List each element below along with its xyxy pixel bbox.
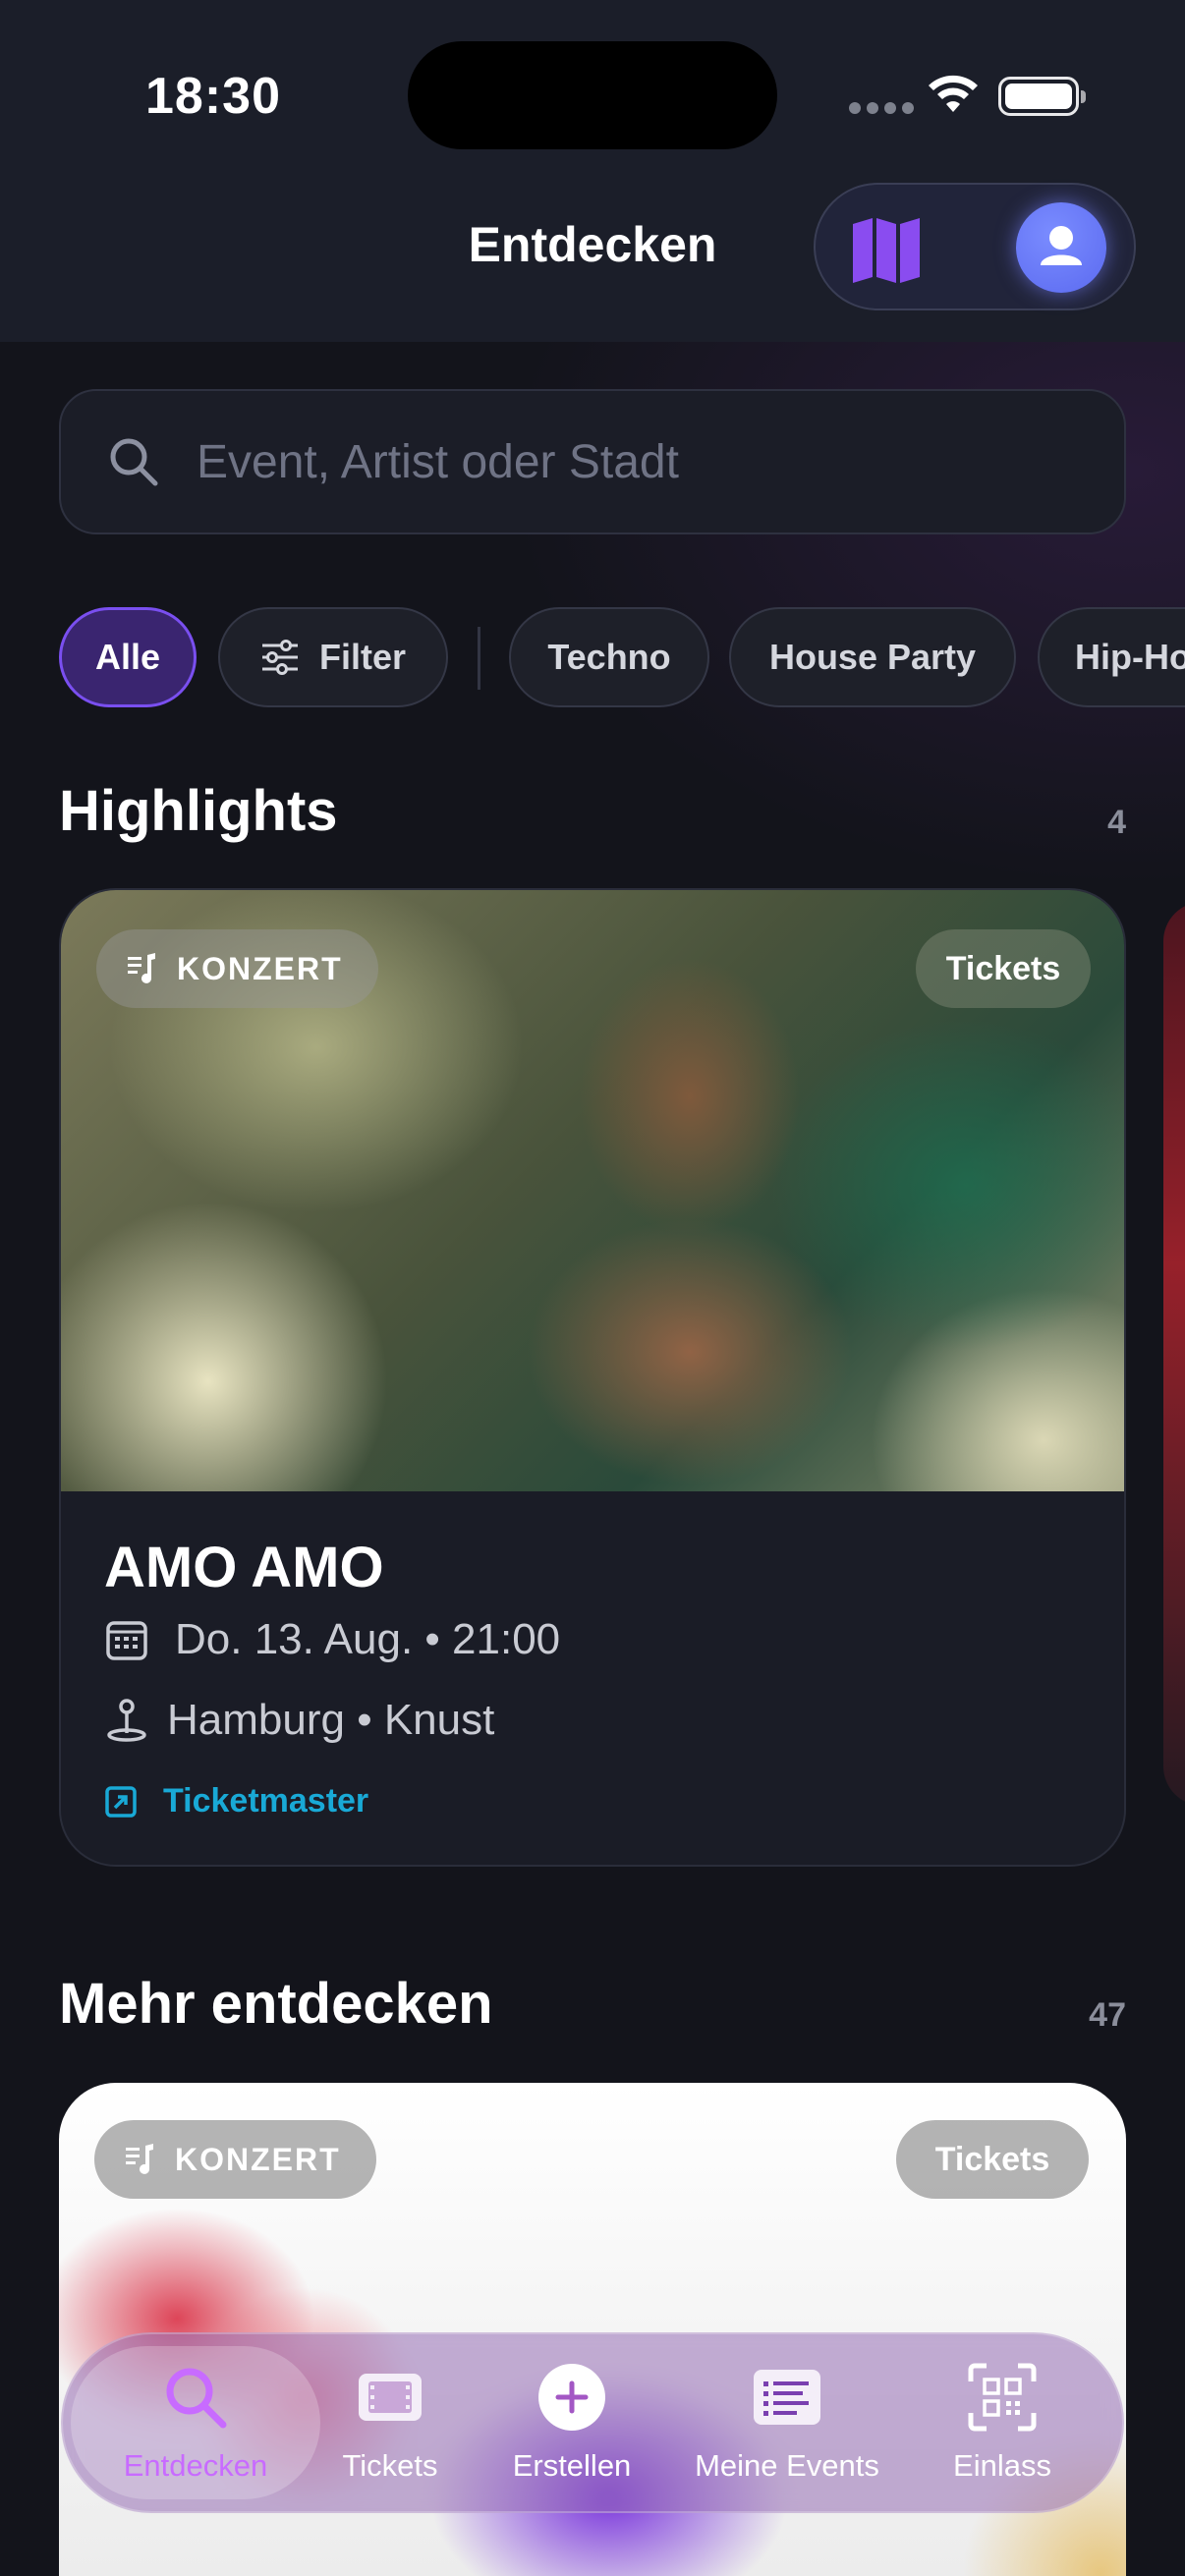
next-highlight-card-peek[interactable] [1163,902,1185,1806]
event-name: AMO AMO [104,1536,384,1599]
list-icon [754,2370,820,2425]
chip-label: House Party [768,637,977,677]
tab-label: Entdecken [123,2448,268,2483]
category-label: KONZERT [177,950,343,986]
tab-entdecken[interactable]: Entdecken [75,2360,316,2497]
calendar-icon [106,1621,147,1660]
profile-button[interactable] [1016,202,1106,293]
event-location-row: Hamburg • Knust [104,1696,494,1745]
tab-tickets[interactable]: Tickets [324,2360,456,2497]
highlights-count: 4 [1107,804,1126,841]
category-badge: KONZERT [94,2120,376,2199]
tab-einlass[interactable]: Einlass [931,2360,1073,2497]
search-input[interactable] [197,422,1081,501]
highlights-title: Highlights [59,779,338,843]
chip-label: Techno [547,637,671,677]
category-badge: KONZERT [96,929,378,1008]
status-time: 18:30 [145,68,281,125]
chip-alle[interactable]: Alle [59,607,197,707]
wifi-icon [929,75,978,112]
category-chips: Alle Filter Techno House Party Hip-Hop [59,607,1185,709]
cellular-signal-icon [849,102,914,114]
search-icon [110,438,158,486]
chip-house-party[interactable]: House Party [729,607,1016,707]
ticket-icon [359,2374,422,2421]
tab-label: Meine Events [695,2448,879,2483]
tab-meine-events[interactable]: Meine Events [684,2360,890,2497]
tickets-label: Tickets [945,949,1061,987]
external-link-icon [105,1785,137,1818]
tickets-label: Tickets [934,2140,1050,2178]
tab-erstellen[interactable]: Erstellen [491,2360,652,2497]
chip-divider [478,627,480,690]
ticket-provider-link[interactable]: Ticketmaster [104,1782,368,1820]
plus-circle-icon [538,2364,605,2431]
chip-label: Hip-Hop [1075,637,1185,677]
ticket-provider-name: Ticketmaster [163,1782,369,1820]
highlight-event-card[interactable]: KONZERT Tickets AMO AMO Do. 13. Aug. • 2… [59,888,1126,1867]
event-location: Hamburg • Knust [167,1696,495,1744]
music-note-icon [126,2144,153,2174]
chip-filter[interactable]: Filter [218,607,448,707]
chip-label: Filter [318,637,406,677]
sliders-icon [261,640,298,675]
chip-label: Alle [94,637,161,677]
tab-label: Tickets [342,2448,438,2483]
event-datetime: Do. 13. Aug. • 21:00 [175,1615,561,1663]
category-label: KONZERT [175,2141,341,2177]
more-title: Mehr entdecken [59,1972,493,2036]
music-note-icon [128,953,155,983]
chip-techno[interactable]: Techno [509,607,709,707]
qr-scan-icon [968,2363,1037,2432]
search-icon [166,2368,227,2429]
screen: 18:30 Entdecken Alle [0,0,1185,2576]
tab-label: Erstellen [512,2448,632,2483]
location-pin-icon [107,1699,146,1742]
chip-hip-hop[interactable]: Hip-Hop [1038,607,1185,707]
more-count: 47 [1089,1996,1126,2034]
user-icon [1041,226,1082,265]
battery-icon [998,77,1086,116]
map-icon[interactable] [847,214,926,283]
tab-label: Einlass [953,2448,1051,2483]
dynamic-island [408,41,777,149]
tickets-badge[interactable]: Tickets [896,2120,1089,2199]
event-datetime-row: Do. 13. Aug. • 21:00 [104,1615,560,1664]
tickets-badge[interactable]: Tickets [916,929,1091,1008]
